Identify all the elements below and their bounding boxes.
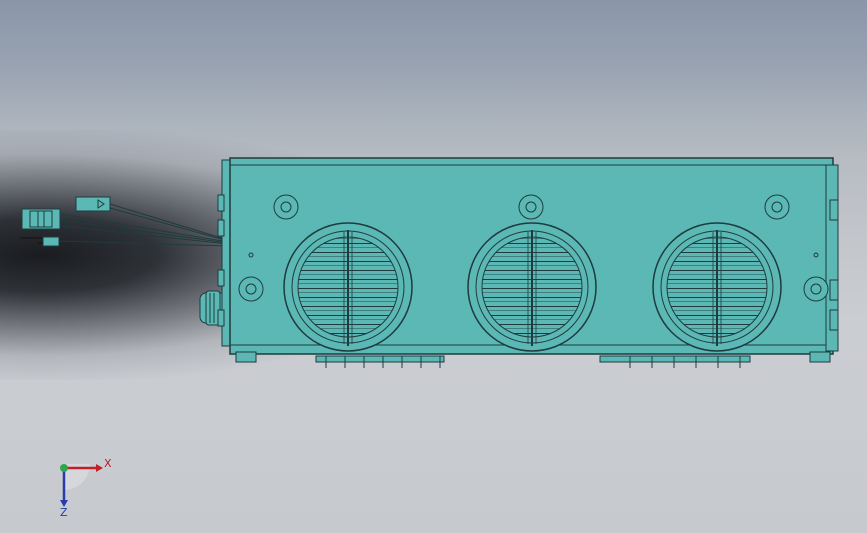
x-axis-label: X [104,457,112,470]
z-axis-label: Z [60,506,68,518]
connector-small[interactable] [42,236,60,247]
fan-grille-icon[interactable] [652,222,782,352]
heater-model[interactable] [0,0,867,533]
wire-harness[interactable] [20,196,229,247]
connector-top[interactable] [75,196,111,212]
cad-graphics-viewport[interactable]: X Z [0,0,867,533]
fan-grille-icon[interactable] [467,222,597,352]
coordinate-triad: X Z [60,457,112,518]
y-axis-dot-icon [60,464,68,472]
x-axis-arrow-icon [96,464,103,472]
connector-left[interactable] [21,208,61,230]
fan-grille-icon[interactable] [283,222,413,352]
